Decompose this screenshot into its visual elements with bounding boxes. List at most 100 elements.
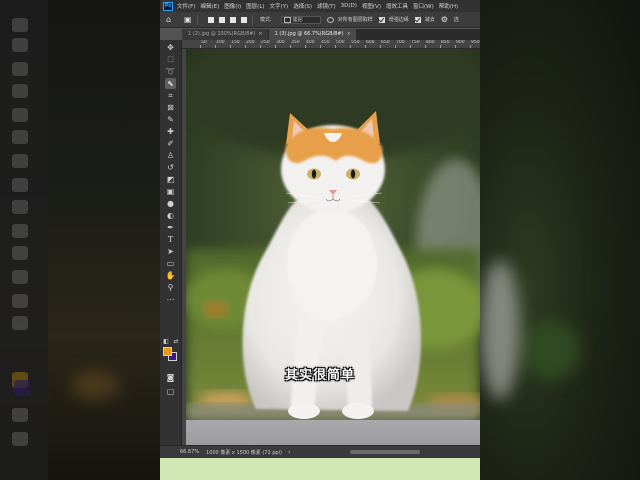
new-selection-icon[interactable]	[208, 16, 214, 23]
history-brush-tool-icon[interactable]: ↺	[165, 162, 176, 173]
blurred-tool-icon	[12, 200, 28, 214]
ruler-label: 700	[396, 40, 405, 45]
menu-filter[interactable]: 滤镜(T)	[317, 2, 336, 10]
default-colors-icon[interactable]: ◧	[162, 336, 170, 347]
enhance-edge-label: 增强边缘	[388, 17, 409, 23]
mode-select[interactable]: 矩形	[280, 15, 321, 24]
ruler-tick	[350, 45, 351, 48]
ruler-tick	[260, 45, 261, 48]
menu-window[interactable]: 窗口(W)	[413, 2, 434, 10]
ruler-tick	[440, 45, 441, 48]
ruler-tick	[425, 45, 426, 48]
ruler-label: 450	[321, 40, 330, 45]
rectangle-mode-icon	[283, 16, 291, 23]
ruler-tick	[305, 45, 306, 48]
object-select-tool-icon[interactable]: ⬉	[165, 78, 176, 89]
ruler-label: 850	[441, 40, 450, 45]
photoshop-logo-icon: Ps	[163, 1, 173, 11]
dodge-tool-icon[interactable]: ◐	[165, 210, 176, 221]
healing-brush-tool-icon[interactable]: ✚	[165, 126, 176, 137]
menu-layer[interactable]: 图层(L)	[246, 2, 264, 10]
blurred-tool-icon	[12, 246, 28, 260]
subtract-selection-icon[interactable]	[230, 16, 236, 23]
ruler-label: 950	[471, 40, 480, 45]
ruler-tick	[290, 45, 291, 48]
close-icon[interactable]: ×	[347, 31, 351, 37]
more-tools-icon[interactable]: ⋯	[165, 294, 176, 305]
close-icon[interactable]: ×	[258, 31, 262, 37]
ruler-label: 600	[366, 40, 375, 45]
menu-3d[interactable]: 3D(D)	[341, 3, 357, 9]
enhance-edge-checkbox[interactable]	[378, 16, 385, 23]
document-info: 1000 像素 x 1500 像素 (72 ppi)	[206, 449, 282, 456]
hand-tool-icon[interactable]: ✋	[165, 270, 176, 281]
marquee-tool-icon[interactable]: ⬚	[165, 54, 176, 65]
path-selection-tool-icon[interactable]: ➤	[165, 246, 176, 257]
foreground-color-swatch[interactable]	[163, 347, 172, 356]
sample-all-checkbox[interactable]	[326, 16, 334, 23]
options-bar: ⌂ ▣ 模式: 矩形 对所有图层取样 增强边缘 减去 ⚙ 选	[160, 12, 480, 28]
blurred-tool-icon	[12, 178, 28, 192]
crop-tool-icon[interactable]: ⌗	[165, 90, 176, 101]
document-tab-active[interactable]: 1 (3).jpg @ 66.7%(RGB/8#) ×	[268, 29, 356, 40]
ruler-tick	[275, 45, 276, 48]
menu-edit[interactable]: 编辑(E)	[200, 2, 219, 10]
blurred-tool-icon	[12, 316, 28, 330]
screen-mode-icon[interactable]: ▢	[165, 386, 176, 397]
type-tool-icon[interactable]: T	[165, 234, 176, 245]
add-selection-icon[interactable]	[219, 16, 225, 23]
menu-image[interactable]: 图像(I)	[224, 2, 241, 10]
clone-stamp-tool-icon[interactable]: ♙	[165, 150, 176, 161]
bottom-green-strip	[160, 458, 480, 480]
brush-tool-icon[interactable]: ✐	[165, 138, 176, 149]
menu-file[interactable]: 文件(F)	[177, 2, 195, 10]
tool-preset-icon[interactable]: ▣	[184, 15, 192, 24]
menu-view[interactable]: 视图(V)	[362, 2, 381, 10]
eraser-tool-icon[interactable]: ◩	[165, 174, 176, 185]
chevron-right-icon[interactable]: ›	[288, 449, 290, 456]
screen: Ps 文件(F) 编辑(E) 图像(I) 图层(L) 文字(Y) 选择(S) 滤…	[0, 0, 640, 480]
blurred-tool-icon	[12, 408, 28, 422]
divider	[252, 14, 253, 25]
gradient-tool-icon[interactable]: ▣	[165, 186, 176, 197]
lasso-tool-icon[interactable]: ➰	[165, 66, 176, 77]
subtract-checkbox[interactable]	[414, 16, 421, 23]
blurred-tool-icon	[12, 84, 28, 98]
horizontal-scrollbar[interactable]	[350, 450, 420, 454]
ruler-label: 650	[381, 40, 390, 45]
select-subject-label[interactable]: 选	[454, 16, 459, 23]
document-canvas[interactable]	[186, 49, 480, 445]
blurred-tool-icon	[12, 432, 28, 446]
move-tool-icon[interactable]: ✥	[165, 42, 176, 53]
menu-help[interactable]: 帮助(H)	[439, 2, 458, 10]
frame-tool-icon[interactable]: ⊠	[165, 102, 176, 113]
rectangle-tool-icon[interactable]: ▭	[165, 258, 176, 269]
menu-type[interactable]: 文字(Y)	[270, 2, 289, 10]
ruler-label: 300	[276, 40, 285, 45]
document-tab[interactable]: 1 (2).jpg @ 100%(RGB/8#) ×	[182, 29, 268, 40]
zoom-tool-icon[interactable]: ⚲	[165, 282, 176, 293]
mode-select-value: 矩形	[292, 17, 303, 23]
ruler-tick	[230, 45, 231, 48]
intersect-selection-icon[interactable]	[241, 16, 247, 23]
menu-plugins[interactable]: 增效工具	[386, 2, 408, 10]
status-bar: 66.67% 1000 像素 x 1500 像素 (72 ppi) ›	[160, 445, 480, 458]
pen-tool-icon[interactable]: ✒	[165, 222, 176, 233]
eyedropper-tool-icon[interactable]: ✎	[165, 114, 176, 125]
divider	[197, 14, 198, 25]
zoom-level[interactable]: 66.67%	[180, 449, 204, 455]
settings-gear-icon[interactable]: ⚙	[441, 15, 449, 24]
document-tab-label: 1 (2).jpg @ 100%(RGB/8#)	[188, 31, 256, 37]
ruler-label: 750	[411, 40, 420, 45]
menu-select[interactable]: 选择(S)	[293, 2, 312, 10]
blurred-tool-icon	[12, 130, 28, 144]
home-icon[interactable]: ⌂	[166, 15, 174, 24]
mode-label: 模式:	[260, 17, 272, 23]
sample-all-label: 对所有图层取样	[337, 17, 373, 23]
blur-tool-icon[interactable]: ●	[165, 198, 176, 209]
ruler-tick	[245, 45, 246, 48]
ruler-label: 400	[306, 40, 315, 45]
swap-colors-icon[interactable]: ⇄	[172, 336, 180, 347]
blurred-tool-icon	[12, 18, 28, 32]
ruler-label: 800	[426, 40, 435, 45]
